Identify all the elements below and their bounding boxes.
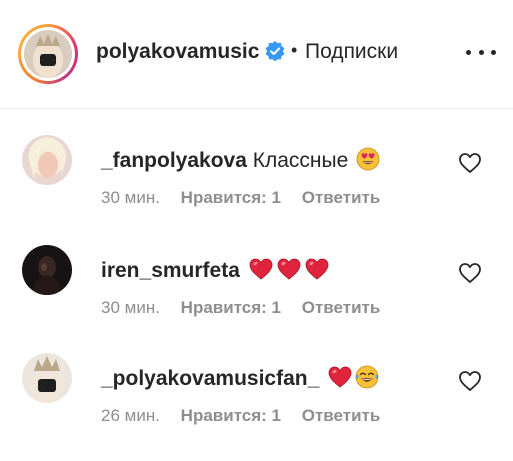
red-heart-emoji-icon <box>327 365 353 395</box>
comment-likes[interactable]: Нравится: 1 <box>181 298 281 317</box>
heart-outline-icon[interactable] <box>458 370 484 394</box>
heart-outline-icon[interactable] <box>458 262 484 286</box>
comment-time[interactable]: 30 мин. <box>101 188 160 207</box>
comment-meta: 30 мин. Нравится: 1 Ответить <box>101 188 396 208</box>
commenter-avatar[interactable] <box>22 245 72 295</box>
comment-text: iren_smurfeta <box>101 257 330 287</box>
comment-text: _polyakovamusicfan_ <box>101 365 379 395</box>
comment-time[interactable]: 26 мин. <box>101 406 160 425</box>
profile-avatar[interactable] <box>24 30 72 78</box>
comment-item: _polyakovamusicfan_ 26 мин. Нравится: 1 … <box>0 353 513 461</box>
tears-of-joy-emoji-icon <box>355 365 379 395</box>
verified-badge-icon <box>265 41 285 62</box>
comment-likes[interactable]: Нравится: 1 <box>181 188 281 207</box>
comment-body: Классные <box>252 149 349 172</box>
comment-meta: 30 мин. Нравится: 1 Ответить <box>101 298 396 318</box>
comment-username[interactable]: _polyakovamusicfan_ <box>101 367 319 390</box>
comment-text: _fanpolyakova Классные <box>101 147 380 177</box>
comment-likes[interactable]: Нравится: 1 <box>181 406 281 425</box>
red-heart-emoji-icon <box>276 257 302 287</box>
comment-meta: 26 мин. Нравится: 1 Ответить <box>101 406 396 426</box>
heart-outline-icon[interactable] <box>458 152 484 176</box>
red-heart-emoji-icon <box>248 257 274 287</box>
reply-button[interactable]: Ответить <box>302 406 381 425</box>
commenter-avatar[interactable] <box>22 135 72 185</box>
heart-eyes-emoji-icon <box>356 147 380 177</box>
header-username[interactable]: polyakovamusic <box>96 40 259 64</box>
comment-item: _fanpolyakova Классные 30 мин. Нравится:… <box>0 135 513 243</box>
comment-item: iren_smurfeta 30 мин. Нравится: 1 Ответи… <box>0 245 513 353</box>
post-header: polyakovamusic • Подписки <box>0 0 513 109</box>
commenter-avatar[interactable] <box>22 353 72 403</box>
header-separator: • <box>291 40 298 60</box>
profile-avatar-story-ring[interactable] <box>18 24 78 84</box>
reply-button[interactable]: Ответить <box>302 298 381 317</box>
following-button[interactable]: Подписки <box>305 40 398 64</box>
more-horizontal-icon[interactable] <box>466 42 496 62</box>
reply-button[interactable]: Ответить <box>302 188 381 207</box>
comment-time[interactable]: 30 мин. <box>101 298 160 317</box>
comment-username[interactable]: iren_smurfeta <box>101 259 240 282</box>
red-heart-emoji-icon <box>304 257 330 287</box>
comment-username[interactable]: _fanpolyakova <box>101 149 247 172</box>
